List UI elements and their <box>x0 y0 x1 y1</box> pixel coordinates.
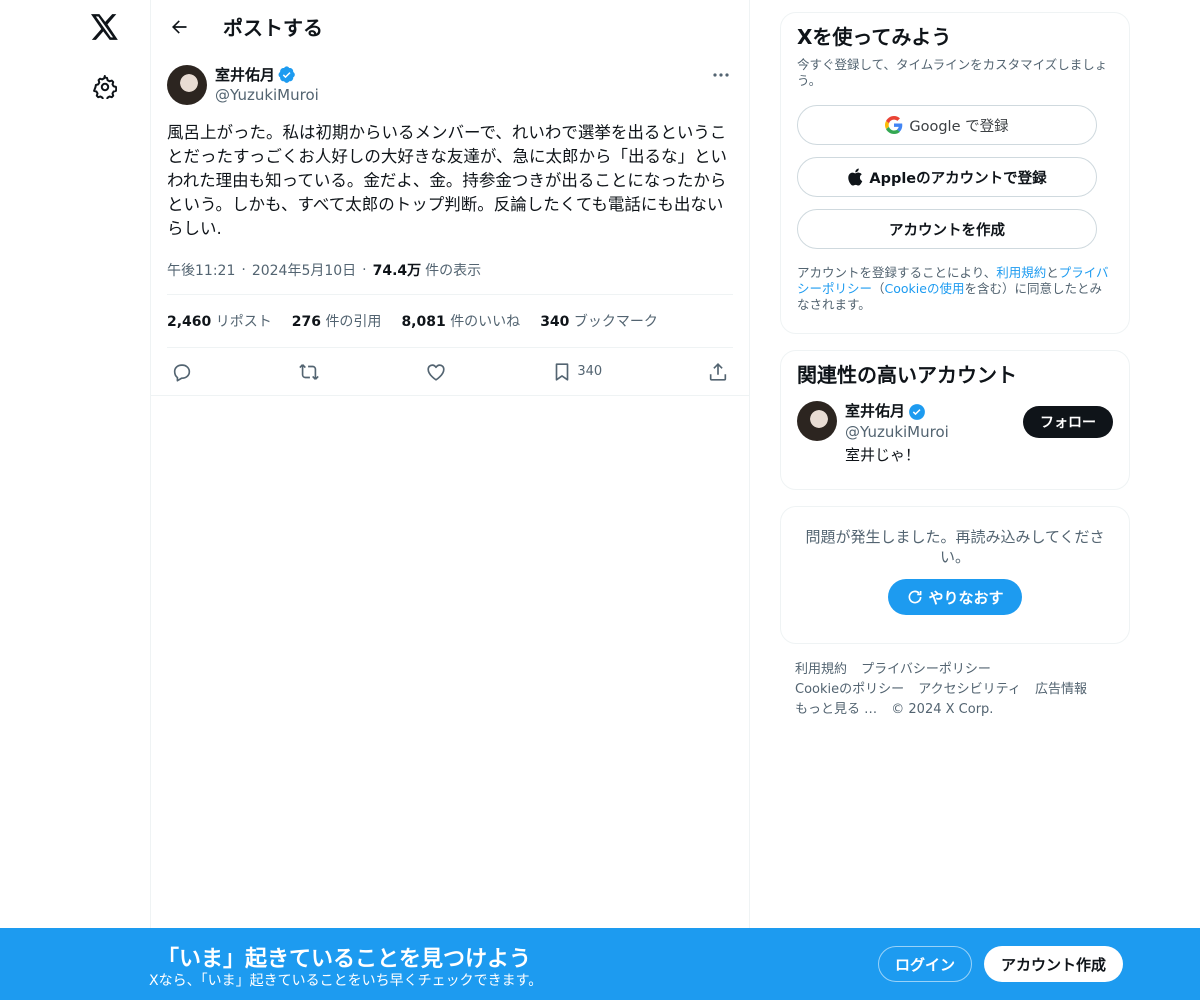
signup-subtitle: 今すぐ登録して、タイムラインをカスタマイズしましょう。 <box>797 57 1108 88</box>
footer-terms-link[interactable]: 利用規約 <box>795 660 847 680</box>
login-button[interactable]: ログイン <box>878 946 972 982</box>
bottom-bar-subtitle: Xなら、「いま」起きていることをいち早くチェックできます。 <box>149 973 543 989</box>
legal-and: と <box>1046 265 1059 280</box>
bookmarks-count: 340 <box>540 314 570 330</box>
post-date[interactable]: 2024年5月10日 <box>252 260 356 280</box>
footer-links: 利用規約 プライバシーポリシー Cookieのポリシー アクセシビリティ 広告情… <box>780 660 1130 720</box>
views-count: 74.4万 <box>372 262 422 279</box>
error-message: 問題が発生しました。再読み込みしてください。 <box>805 528 1105 566</box>
related-title: 関連性の高いアカウント <box>797 363 1017 387</box>
share-button[interactable] <box>707 361 729 383</box>
author-name[interactable]: 室井佑月 <box>215 65 275 85</box>
bookmark-count: 340 <box>577 364 603 379</box>
post: 室井佑月 @YuzukiMuroi 風呂上がった。私は初期からいるメンバーで、れ… <box>151 53 749 396</box>
create-account-button[interactable]: アカウントを作成 <box>797 209 1097 249</box>
x-logo-icon[interactable] <box>90 12 120 42</box>
post-meta: 午後11:21 · 2024年5月10日 · 74.4万 件の表示 <box>167 257 733 295</box>
footer-ads-link[interactable]: 広告情報 <box>1035 680 1087 700</box>
retry-label: やりなおす <box>928 588 1004 607</box>
main-column: ポストする 室井佑月 @YuzukiMuroi 風呂上がった。私は初期からいるメ… <box>150 0 750 1000</box>
post-time[interactable]: 午後11:21 <box>167 260 235 280</box>
author-text: 室井佑月 @YuzukiMuroi <box>215 65 319 105</box>
retry-button[interactable]: やりなおす <box>888 579 1022 615</box>
left-nav <box>0 0 150 1000</box>
verified-badge-icon <box>278 66 296 84</box>
google-icon <box>885 116 903 134</box>
reposts-stat[interactable]: 2,460 リポスト <box>167 311 272 331</box>
footer-privacy-link[interactable]: プライバシーポリシー <box>861 660 991 680</box>
quotes-label: 件の引用 <box>325 314 382 330</box>
author-handle[interactable]: @YuzukiMuroi <box>215 85 319 105</box>
share-icon <box>709 362 727 381</box>
related-account[interactable]: 室井佑月 @YuzukiMuroi 室井じゃ！ フォロー <box>797 401 1113 466</box>
related-bio: 室井じゃ！ <box>845 446 921 464</box>
avatar[interactable] <box>167 65 207 105</box>
google-signup-button[interactable]: Google で登録 <box>797 105 1097 145</box>
avatar[interactable] <box>797 401 837 441</box>
meta-separator: · <box>241 261 246 278</box>
follow-button[interactable]: フォロー <box>1023 406 1113 438</box>
post-text: 風呂上がった。私は初期からいるメンバーで、れいわで選挙を出るということだったすっ… <box>167 123 728 238</box>
legal-pre: アカウントを登録することにより、 <box>797 265 997 280</box>
error-card: 問題が発生しました。再読み込みしてください。 やりなおす <box>780 506 1130 644</box>
signup-card: Xを使ってみよう 今すぐ登録して、タイムラインをカスタマイズしましょう。 Goo… <box>780 12 1130 334</box>
footer-more-link[interactable]: もっと見る … <box>795 700 877 720</box>
legal-paren: （ <box>872 281 885 296</box>
apple-signup-button[interactable]: Appleのアカウントで登録 <box>797 157 1097 197</box>
likes-label: 件のいいね <box>450 314 521 330</box>
google-signup-label: Google で登録 <box>909 118 1009 135</box>
reposts-count: 2,460 <box>167 314 212 330</box>
meta-separator: · <box>362 261 367 278</box>
related-name[interactable]: 室井佑月 <box>845 401 905 422</box>
create-account-label: アカウントを作成 <box>889 222 1005 239</box>
likes-count: 8,081 <box>401 314 446 330</box>
related-accounts-card: 関連性の高いアカウント 室井佑月 @YuzukiMuroi 室井じゃ！ フォロー <box>780 350 1130 490</box>
refresh-icon <box>909 590 922 604</box>
bookmark-button[interactable]: 340 <box>551 361 602 383</box>
signup-legal: アカウントを登録することにより、利用規約とプライバシーポリシー（Cookieの使… <box>797 265 1113 313</box>
page-title: ポストする <box>223 16 323 40</box>
bottom-bar-title: 「いま」起きていることを見つけよう <box>157 947 532 972</box>
related-name-line: 室井佑月 <box>845 401 949 422</box>
more-options-icon[interactable] <box>709 65 733 85</box>
footer-copyright: © 2024 X Corp. <box>891 702 994 717</box>
quotes-count: 276 <box>291 314 321 330</box>
post-stats: 2,460 リポスト 276 件の引用 8,081 件のいいね 340 ブックマ… <box>167 295 733 348</box>
related-info: 室井佑月 @YuzukiMuroi 室井じゃ！ <box>845 401 949 466</box>
bottom-signup-bar: 「いま」起きていることを見つけよう Xなら、「いま」起きていることをいち早くチェ… <box>0 928 1200 1000</box>
cookie-link[interactable]: Cookieの使用 <box>885 281 965 296</box>
apple-signup-label: Appleのアカウントで登録 <box>869 170 1047 187</box>
reply-icon <box>173 363 191 382</box>
quotes-stat[interactable]: 276 件の引用 <box>292 311 382 331</box>
like-button[interactable] <box>425 361 447 383</box>
gear-icon[interactable] <box>91 73 119 101</box>
reply-button[interactable] <box>171 361 193 383</box>
bookmarks-label: ブックマーク <box>573 314 658 330</box>
footer-accessibility-link[interactable]: アクセシビリティ <box>918 680 1021 700</box>
reposts-label: リポスト <box>215 314 272 330</box>
author-name-line: 室井佑月 <box>215 65 319 85</box>
repost-icon <box>299 363 319 380</box>
views-label: 件の表示 <box>425 262 482 279</box>
post-author: 室井佑月 @YuzukiMuroi <box>167 65 733 107</box>
related-handle[interactable]: @YuzukiMuroi <box>845 422 949 443</box>
right-sidebar: Xを使ってみよう 今すぐ登録して、タイムラインをカスタマイズしましょう。 Goo… <box>780 12 1130 720</box>
terms-link[interactable]: 利用規約 <box>996 265 1046 280</box>
signup-title: Xを使ってみよう <box>797 25 952 49</box>
heart-icon <box>426 363 445 381</box>
footer-cookie-link[interactable]: Cookieのポリシー <box>795 680 904 700</box>
verified-badge-icon <box>908 403 926 421</box>
apple-icon <box>847 168 863 186</box>
likes-stat[interactable]: 8,081 件のいいね <box>401 311 520 331</box>
page-header: ポストする <box>151 0 749 53</box>
bookmark-icon <box>556 362 569 381</box>
bookmarks-stat[interactable]: 340 ブックマーク <box>540 311 658 331</box>
signup-button[interactable]: アカウント作成 <box>984 946 1123 982</box>
repost-button[interactable] <box>298 361 320 383</box>
back-arrow-icon[interactable] <box>161 9 197 45</box>
post-actions: 340 <box>167 348 733 395</box>
